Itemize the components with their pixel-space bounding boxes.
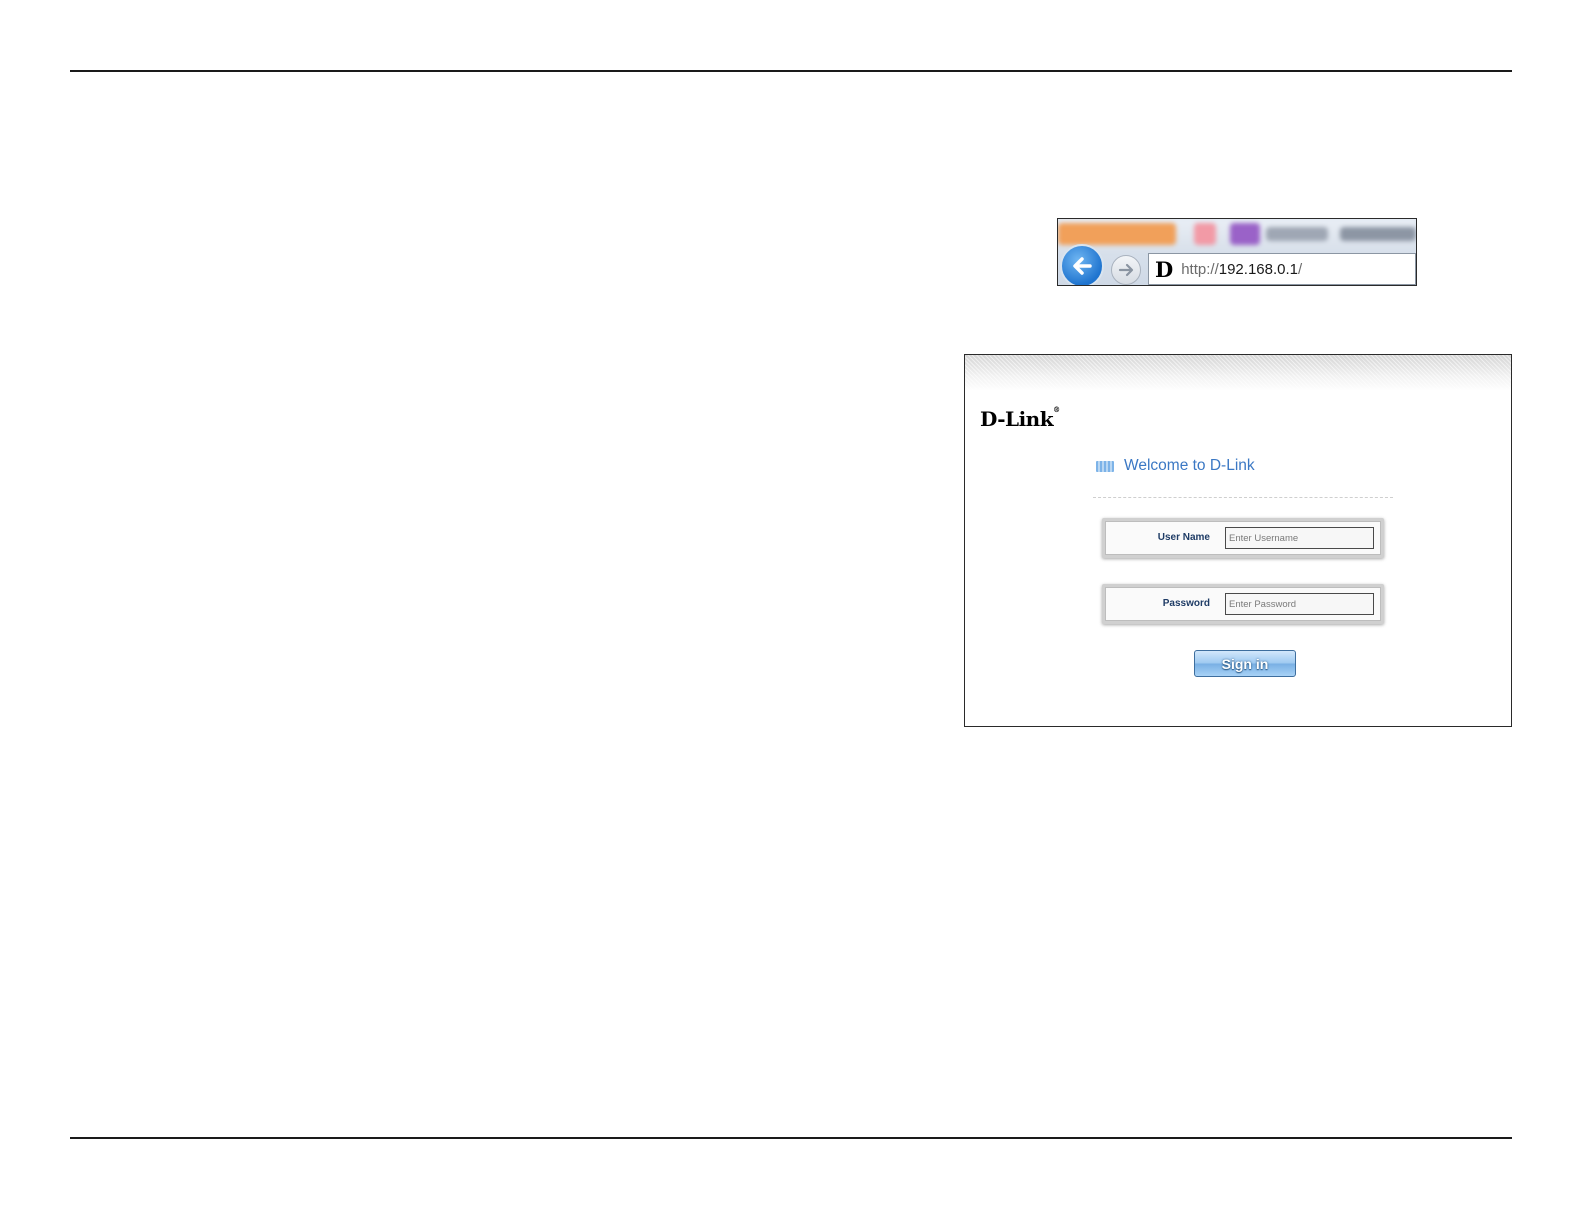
logo-text: D-Link — [980, 407, 1054, 431]
url-path: / — [1298, 260, 1303, 278]
browser-tab[interactable] — [1194, 223, 1216, 245]
browser-tab[interactable] — [1340, 227, 1416, 241]
forward-button[interactable] — [1111, 255, 1141, 285]
password-label: Password — [1162, 598, 1210, 609]
url-protocol: http:// — [1181, 260, 1219, 278]
back-arrow-icon — [1073, 257, 1092, 275]
url-host: 192.168.0.1 — [1218, 260, 1298, 278]
password-input[interactable] — [1225, 593, 1374, 615]
welcome-heading: Welcome to D-Link — [1096, 457, 1255, 475]
username-label: User Name — [1157, 532, 1210, 543]
browser-tab[interactable] — [1230, 223, 1260, 245]
footer-rule — [70, 1137, 1512, 1139]
password-row: Password — [1102, 584, 1384, 624]
panel-header — [965, 355, 1511, 391]
browser-tab[interactable] — [1266, 227, 1328, 241]
browser-tab[interactable] — [1058, 223, 1176, 245]
header-rule — [70, 70, 1512, 72]
username-row: User Name — [1102, 518, 1384, 558]
divider — [1093, 497, 1393, 498]
browser-address-bar-screenshot: D http://192.168.0.1/ — [1057, 218, 1417, 286]
registered-mark: ® — [1053, 405, 1060, 414]
forward-arrow-icon — [1118, 263, 1134, 277]
sign-in-button[interactable]: Sign in — [1194, 650, 1296, 677]
dlink-logo: D-Link® — [980, 405, 1060, 431]
back-button[interactable] — [1060, 244, 1104, 285]
login-page-screenshot: D-Link® Welcome to D-Link User Name Pass… — [964, 354, 1512, 727]
browser-tab-strip — [1058, 219, 1416, 251]
address-bar[interactable]: D http://192.168.0.1/ — [1148, 253, 1416, 285]
welcome-stripes-icon — [1096, 460, 1114, 472]
dlink-favicon-icon: D — [1155, 256, 1174, 282]
welcome-text: Welcome to D-Link — [1124, 457, 1255, 474]
username-input[interactable] — [1225, 527, 1374, 549]
